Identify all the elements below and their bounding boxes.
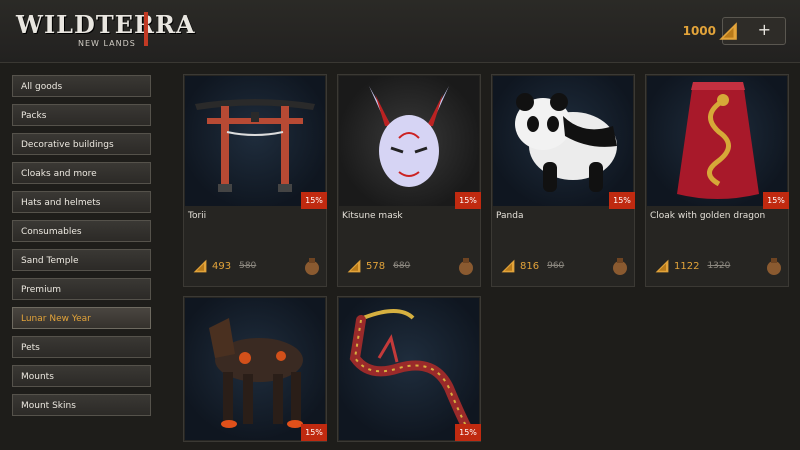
category-hats-helmets[interactable]: Hats and helmets: [12, 191, 151, 213]
price: 578: [366, 260, 386, 272]
price: 1122: [674, 260, 700, 272]
torii-gate-image: [185, 76, 325, 206]
product-card[interactable]: 15%: [337, 296, 481, 442]
product-card[interactable]: 15%: [183, 296, 327, 442]
category-label: Packs: [21, 111, 47, 121]
logo-title: WILDTERRA: [16, 10, 196, 39]
logo-accent-bar: [144, 12, 148, 46]
discount-badge: 15%: [301, 424, 327, 441]
armored-horse-image: [185, 298, 325, 440]
product-card[interactable]: 15% Torii 493 580: [183, 74, 327, 287]
category-lunar-new-year[interactable]: Lunar New Year: [12, 307, 151, 329]
top-bar: WILDTERRA NEW LANDS 1000 +: [0, 0, 800, 63]
category-all-goods[interactable]: All goods: [12, 75, 151, 97]
category-label: Pets: [21, 343, 40, 353]
category-mounts[interactable]: Mounts: [12, 365, 151, 387]
price: 493: [212, 260, 232, 272]
coin-bag-icon[interactable]: [612, 257, 628, 275]
price-row: 578 680: [346, 258, 410, 274]
coin-bag-icon[interactable]: [766, 257, 782, 275]
discount-badge: 15%: [763, 192, 789, 209]
product-name: Kitsune mask: [342, 211, 403, 221]
category-label: All goods: [21, 82, 63, 92]
price-row: 816 960: [500, 258, 564, 274]
price-row: 493 580: [192, 258, 256, 274]
price: 816: [520, 260, 540, 272]
category-sidebar: All goods Packs Decorative buildings Clo…: [12, 75, 151, 423]
category-decorative-buildings[interactable]: Decorative buildings: [12, 133, 151, 155]
dragon-cloak-image: [647, 76, 787, 206]
logo-subtitle: NEW LANDS: [78, 39, 136, 48]
kitsune-mask-image: [339, 76, 479, 206]
gold-coin-icon: [193, 259, 207, 273]
category-consumables[interactable]: Consumables: [12, 220, 151, 242]
discount-badge: 15%: [455, 192, 481, 209]
category-label: Mounts: [21, 372, 54, 382]
category-label: Premium: [21, 285, 62, 295]
discount-badge: 15%: [301, 192, 327, 209]
category-label: Hats and helmets: [21, 198, 101, 208]
panda-image: [493, 76, 633, 206]
category-packs[interactable]: Packs: [12, 104, 151, 126]
old-price: 680: [393, 261, 411, 271]
category-label: Decorative buildings: [21, 140, 114, 150]
currency-display: 1000 +: [682, 17, 786, 45]
gold-coin-icon: [719, 22, 737, 40]
coin-bag-icon[interactable]: [304, 257, 320, 275]
category-mount-skins[interactable]: Mount Skins: [12, 394, 151, 416]
category-label: Cloaks and more: [21, 169, 97, 179]
product-name: Panda: [496, 211, 524, 221]
old-price: 580: [239, 261, 257, 271]
discount-badge: 15%: [455, 424, 481, 441]
product-card[interactable]: 15% Cloak with golden dragon 1122 1320: [645, 74, 789, 287]
category-sand-temple[interactable]: Sand Temple: [12, 249, 151, 271]
price-row: 1122 1320: [654, 258, 730, 274]
gold-coin-icon: [347, 259, 361, 273]
gold-coin-icon: [655, 259, 669, 273]
product-card[interactable]: 15% Panda 816 960: [491, 74, 635, 287]
product-card[interactable]: 15% Kitsune mask 578 680: [337, 74, 481, 287]
coin-bag-icon[interactable]: [458, 257, 474, 275]
plus-icon: +: [757, 20, 771, 39]
currency-amount: 1000: [682, 24, 716, 38]
category-pets[interactable]: Pets: [12, 336, 151, 358]
category-label: Consumables: [21, 227, 82, 237]
product-name: Torii: [188, 211, 207, 221]
category-premium[interactable]: Premium: [12, 278, 151, 300]
gold-coin-icon: [501, 259, 515, 273]
category-label: Mount Skins: [21, 401, 76, 411]
category-label: Sand Temple: [21, 256, 79, 266]
discount-badge: 15%: [609, 192, 635, 209]
dragon-mount-skin-image: [339, 298, 479, 440]
old-price: 1320: [707, 261, 731, 271]
old-price: 960: [547, 261, 565, 271]
category-label: Lunar New Year: [21, 314, 91, 324]
game-logo: WILDTERRA NEW LANDS: [14, 8, 195, 54]
add-currency-button[interactable]: +: [719, 17, 786, 45]
category-cloaks[interactable]: Cloaks and more: [12, 162, 151, 184]
product-name: Cloak with golden dragon: [650, 211, 766, 221]
